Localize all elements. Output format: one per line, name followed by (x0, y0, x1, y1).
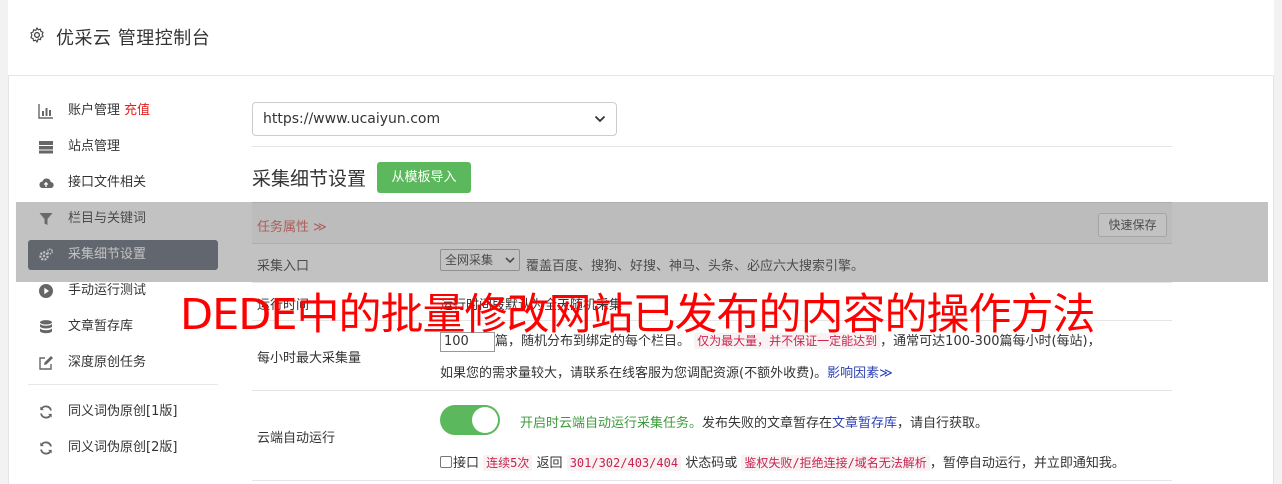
cloud-auto-run-text1: 发布失败的文章暂存在 (702, 416, 833, 431)
divider (252, 390, 1172, 391)
text-pause-notify: ，暂停自动运行，并立即通知我。 (929, 456, 1125, 471)
app-header: 优采云 管理控制台 (8, 0, 1274, 76)
site-select-value: https://www.ucaiyun.com (263, 111, 441, 127)
sidebar-item-account[interactable]: 账户管理 充值 (28, 96, 218, 126)
play-circle-icon (39, 284, 53, 298)
app-title: 优采云 管理控制台 (56, 28, 211, 49)
refresh-icon (40, 441, 52, 455)
sidebar-item-synonym-v2[interactable]: 同义词伪原创[2版] (28, 433, 218, 463)
article-title-watermark: DEDE中的批量修改网站已发布的内容的操作方法 (180, 290, 1096, 340)
recharge-link[interactable]: 充值 (124, 103, 150, 118)
refresh-icon (40, 405, 52, 419)
sidebar-item-label: 文章暂存库 (68, 319, 134, 334)
sidebar-item-label: 账户管理 (68, 103, 121, 118)
article-store-link[interactable]: 文章暂存库 (832, 416, 897, 431)
overlay-band (16, 202, 1268, 282)
cloud-auto-run-desc: 开启时云端自动运行采集任务。发布失败的文章暂存在文章暂存库，请自行获取。 (520, 412, 988, 431)
cloud-auto-run-toggle[interactable] (440, 405, 500, 435)
chevron-down-icon (594, 115, 606, 123)
cloud-auto-run-green-text: 开启时云端自动运行采集任务。 (520, 416, 703, 431)
cloud-auto-run-label: 云端自动运行 (257, 431, 336, 446)
toggle-knob (472, 407, 498, 433)
contact-support-text: 如果您的需求量较大，请联系在线客服为您调配资源(不额外收费)。 (440, 366, 828, 381)
code-status: 301/302/403/404 (566, 455, 682, 471)
sidebar-item-label: 接口文件相关 (68, 175, 147, 190)
code-consecutive: 连续5次 (483, 455, 533, 471)
pause-notify-label: 接口 (453, 456, 480, 471)
section-title: 采集细节设置 (252, 168, 367, 190)
max-per-hour-line2: 如果您的需求量较大，请联系在线客服为您调配资源(不额外收费)。影响因素≫ (440, 362, 893, 381)
bar-chart-icon (38, 104, 53, 119)
impact-factors-link[interactable]: 影响因素≫ (827, 366, 893, 381)
sidebar-item-label: 同义词伪原创[1版] (68, 404, 178, 419)
cloud-upload-icon (39, 178, 54, 189)
max-per-hour-label: 每小时最大采集量 (257, 351, 362, 366)
code-auth-fail: 鉴权失败/拒绝连接/域名无法解析 (741, 455, 930, 471)
gear-icon (30, 27, 44, 43)
divider (252, 146, 1172, 147)
import-from-template-button[interactable]: 从模板导入 (377, 162, 471, 193)
sidebar-divider (28, 384, 218, 385)
sidebar-item-synonym-v1[interactable]: 同义词伪原创[1版] (28, 397, 218, 427)
pause-notify-checkbox[interactable] (440, 456, 452, 468)
sidebar-item-label: 同义词伪原创[2版] (68, 440, 178, 455)
sidebar-item-sites[interactable]: 站点管理 (28, 132, 218, 162)
cloud-auto-run-text2: ，请自行获取。 (897, 416, 989, 431)
sidebar-item-label: 深度原创任务 (68, 355, 147, 370)
server-icon (39, 141, 53, 154)
pause-notify-line: 接口 连续5次 返回 301/302/403/404 状态码或 鉴权失败/拒绝连… (440, 452, 1125, 471)
divider (252, 480, 1172, 481)
text-return: 返回 (536, 456, 563, 471)
sidebar-item-interface-files[interactable]: 接口文件相关 (28, 168, 218, 198)
sidebar-item-label: 站点管理 (68, 139, 121, 154)
sidebar-item-label: 手动运行测试 (68, 283, 147, 298)
text-status-or: 状态码或 (685, 456, 738, 471)
site-select[interactable]: https://www.ucaiyun.com (252, 102, 617, 136)
sidebar-item-deep-original[interactable]: 深度原创任务 (28, 348, 218, 378)
edit-icon (39, 356, 53, 370)
database-icon (40, 320, 52, 334)
scrollbar[interactable] (1274, 0, 1282, 484)
